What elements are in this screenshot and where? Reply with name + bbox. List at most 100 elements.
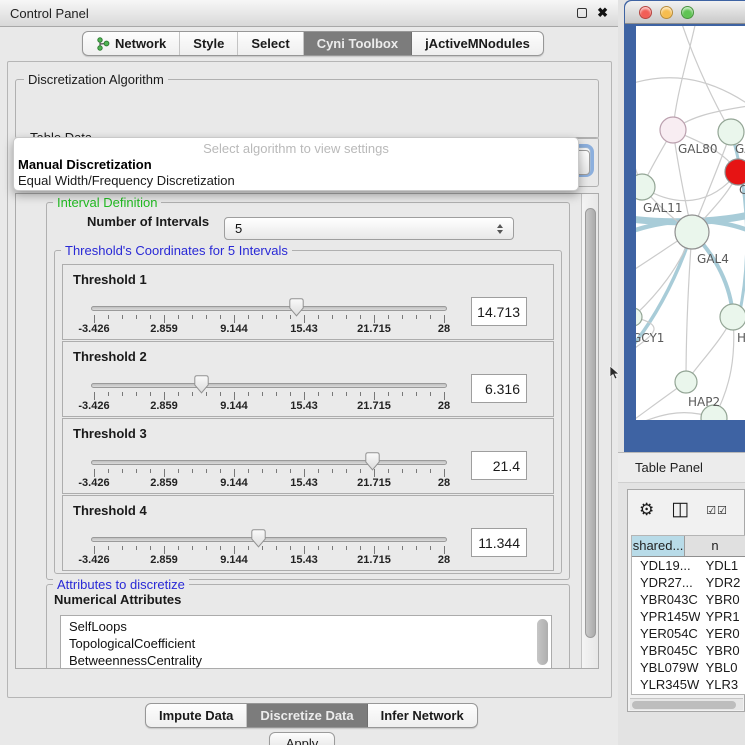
cell-shared-name: YER054C — [632, 625, 700, 642]
threshold-panel: Threshold 2-3.4262.8599.14415.4321.71528… — [62, 341, 554, 417]
dropdown-item-equal-width-frequency[interactable]: Equal Width/Frequency Discretization — [14, 173, 578, 189]
node-label: GAL80 — [678, 142, 717, 156]
network-canvas[interactable]: GAL80GACGAL11GAL4GCY1HAHAP2 — [636, 26, 745, 420]
minimize-traffic-light[interactable] — [660, 6, 673, 19]
slider-track[interactable] — [91, 383, 447, 388]
column-header-name[interactable]: n — [685, 536, 745, 556]
slider-track[interactable] — [91, 537, 447, 542]
threshold-panel: Threshold 1-3.4262.8599.14415.4321.71528… — [62, 264, 554, 340]
settings-vertical-scrollbar[interactable] — [581, 194, 598, 668]
attribute-list-item[interactable]: TopologicalCoefficient — [69, 635, 551, 652]
table-row[interactable]: YBR045CYBR0 — [632, 642, 745, 659]
threshold-value-input[interactable]: 6.316 — [471, 374, 527, 403]
threshold-label: Threshold 4 — [73, 503, 147, 518]
tab-style[interactable]: Style — [180, 32, 238, 55]
cell-name: YDL1 — [700, 557, 745, 574]
attributes-list-scrollbar[interactable] — [537, 619, 548, 665]
scrollbar-thumb[interactable] — [632, 701, 736, 709]
slider-knob-icon[interactable] — [365, 452, 380, 471]
slider-knob-icon[interactable] — [194, 375, 209, 394]
cell-name: YBR0 — [700, 591, 745, 608]
slider-knob-icon[interactable] — [251, 529, 266, 548]
cell-name: YBR0 — [700, 642, 745, 659]
network-node[interactable] — [725, 159, 745, 185]
threshold-value-input[interactable]: 14.713 — [471, 297, 527, 326]
zoom-traffic-light[interactable] — [681, 6, 694, 19]
column-header-shared-name[interactable]: shared... — [632, 536, 685, 556]
number-of-intervals-combobox[interactable]: 5 — [224, 217, 514, 240]
network-node[interactable] — [675, 215, 709, 249]
table-row[interactable]: YDR27...YDR2 — [632, 574, 745, 591]
cell-name: YPR1 — [700, 608, 745, 625]
settings-scroll-pane: Interval Definition Number of Intervals … — [15, 193, 599, 669]
cell-shared-name: YIL052C — [632, 693, 700, 695]
network-window-titlebar[interactable] — [625, 1, 745, 24]
checkbox-icons[interactable]: ☑☑ — [706, 504, 728, 517]
table-row[interactable]: YBR043CYBR0 — [632, 591, 745, 608]
table-row[interactable]: YDL19...YDL1 — [632, 557, 745, 574]
numerical-attributes-label: Numerical Attributes — [54, 592, 181, 607]
tab-infer-network[interactable]: Infer Network — [368, 704, 477, 727]
threshold-panel: Threshold 3-3.4262.8599.14415.4321.71528… — [62, 418, 554, 494]
node-label: HAP2 — [688, 395, 720, 409]
scrollbar-thumb[interactable] — [585, 208, 596, 638]
slider-ticks — [94, 315, 444, 323]
algorithm-dropdown-popup: Select algorithm to view settings Manual… — [13, 137, 579, 191]
table-row[interactable]: YBL079WYBL0 — [632, 659, 745, 676]
table-row[interactable]: YPR145WYPR1 — [632, 608, 745, 625]
app-root: { "control_panel": { "title": "Control P… — [0, 0, 745, 745]
split-view-icon[interactable]: ◫ — [671, 502, 689, 518]
threshold-value-input[interactable]: 21.4 — [471, 451, 527, 480]
tab-impute-data[interactable]: Impute Data — [146, 704, 247, 727]
tab-cyni-toolbox[interactable]: Cyni Toolbox — [304, 32, 412, 55]
network-node[interactable] — [720, 304, 745, 330]
table-row[interactable]: YIL052CYIL0 — [632, 693, 745, 695]
threshold-value-input[interactable]: 11.344 — [471, 528, 527, 557]
numerical-attributes-list[interactable]: SelfLoopsTopologicalCoefficientBetweenne… — [60, 615, 552, 668]
table-horizontal-scrollbar[interactable] — [630, 698, 743, 710]
network-node[interactable] — [675, 371, 697, 393]
discretization-algorithm-group: Discretization Algorithm — [15, 79, 599, 139]
table-panel-title: Table Panel — [635, 460, 703, 475]
slider-track[interactable] — [91, 306, 447, 311]
cell-shared-name: YDR27... — [632, 574, 700, 591]
cell-name: YER0 — [700, 625, 745, 642]
network-icon — [96, 37, 110, 51]
table-row[interactable]: YLR345WYLR3 — [632, 676, 745, 693]
tab-discretize-data[interactable]: Discretize Data — [247, 704, 367, 727]
network-node[interactable] — [660, 117, 686, 143]
tab-select[interactable]: Select — [238, 32, 303, 55]
close-icon[interactable]: ✖ — [597, 8, 608, 18]
cell-name: YIL0 — [700, 693, 745, 695]
tab-network[interactable]: Network — [83, 32, 180, 55]
slider-knob-icon[interactable] — [289, 298, 304, 317]
apply-button[interactable]: Apply — [269, 732, 335, 745]
network-node[interactable] — [636, 308, 642, 326]
cyni-bottom-tabs: Impute Data Discretize Data Infer Networ… — [145, 703, 478, 728]
node-label: GAL11 — [643, 201, 682, 215]
tab-jactivemnodules[interactable]: jActiveMNodules — [412, 32, 543, 55]
slider-ticks — [94, 469, 444, 477]
threshold-label: Threshold 1 — [73, 272, 147, 287]
slider-tick-labels: -3.4262.8599.14415.4321.71528 — [94, 400, 444, 412]
table-panel: ⚙ ◫ ☑☑ shared... n YDL19...YDL1YDR27...Y… — [627, 489, 745, 712]
table-row[interactable]: YER054CYER0 — [632, 625, 745, 642]
dropdown-item-manual-discretization[interactable]: Manual Discretization — [14, 157, 578, 173]
close-traffic-light[interactable] — [639, 6, 652, 19]
network-node[interactable] — [636, 174, 655, 200]
mouse-cursor — [609, 365, 621, 381]
threshold-panel: Threshold 4 -3.4262.8599.14415.4321.71528… — [62, 495, 554, 571]
attribute-list-item[interactable]: SelfLoops — [69, 618, 551, 635]
cell-shared-name: YBL079W — [632, 659, 700, 676]
slider-tick-labels: -3.4262.8599.14415.4321.71528 — [94, 554, 444, 566]
node-label: GCY1 — [636, 331, 664, 345]
float-window-icon[interactable] — [577, 8, 587, 18]
node-label: GA — [735, 142, 745, 156]
gear-icon[interactable]: ⚙ — [639, 500, 654, 520]
slider-track[interactable] — [91, 460, 447, 465]
dropdown-prompt-item[interactable]: Select algorithm to view settings — [14, 141, 578, 157]
right-region: GAL80GACGAL11GAL4GCY1HAHAP2 Table Panel … — [618, 0, 745, 745]
attribute-list-item[interactable]: BetweennessCentrality — [69, 652, 551, 668]
cell-name: YDR2 — [700, 574, 745, 591]
node-table: shared... n YDL19...YDL1YDR27...YDR2YBR0… — [631, 535, 745, 695]
